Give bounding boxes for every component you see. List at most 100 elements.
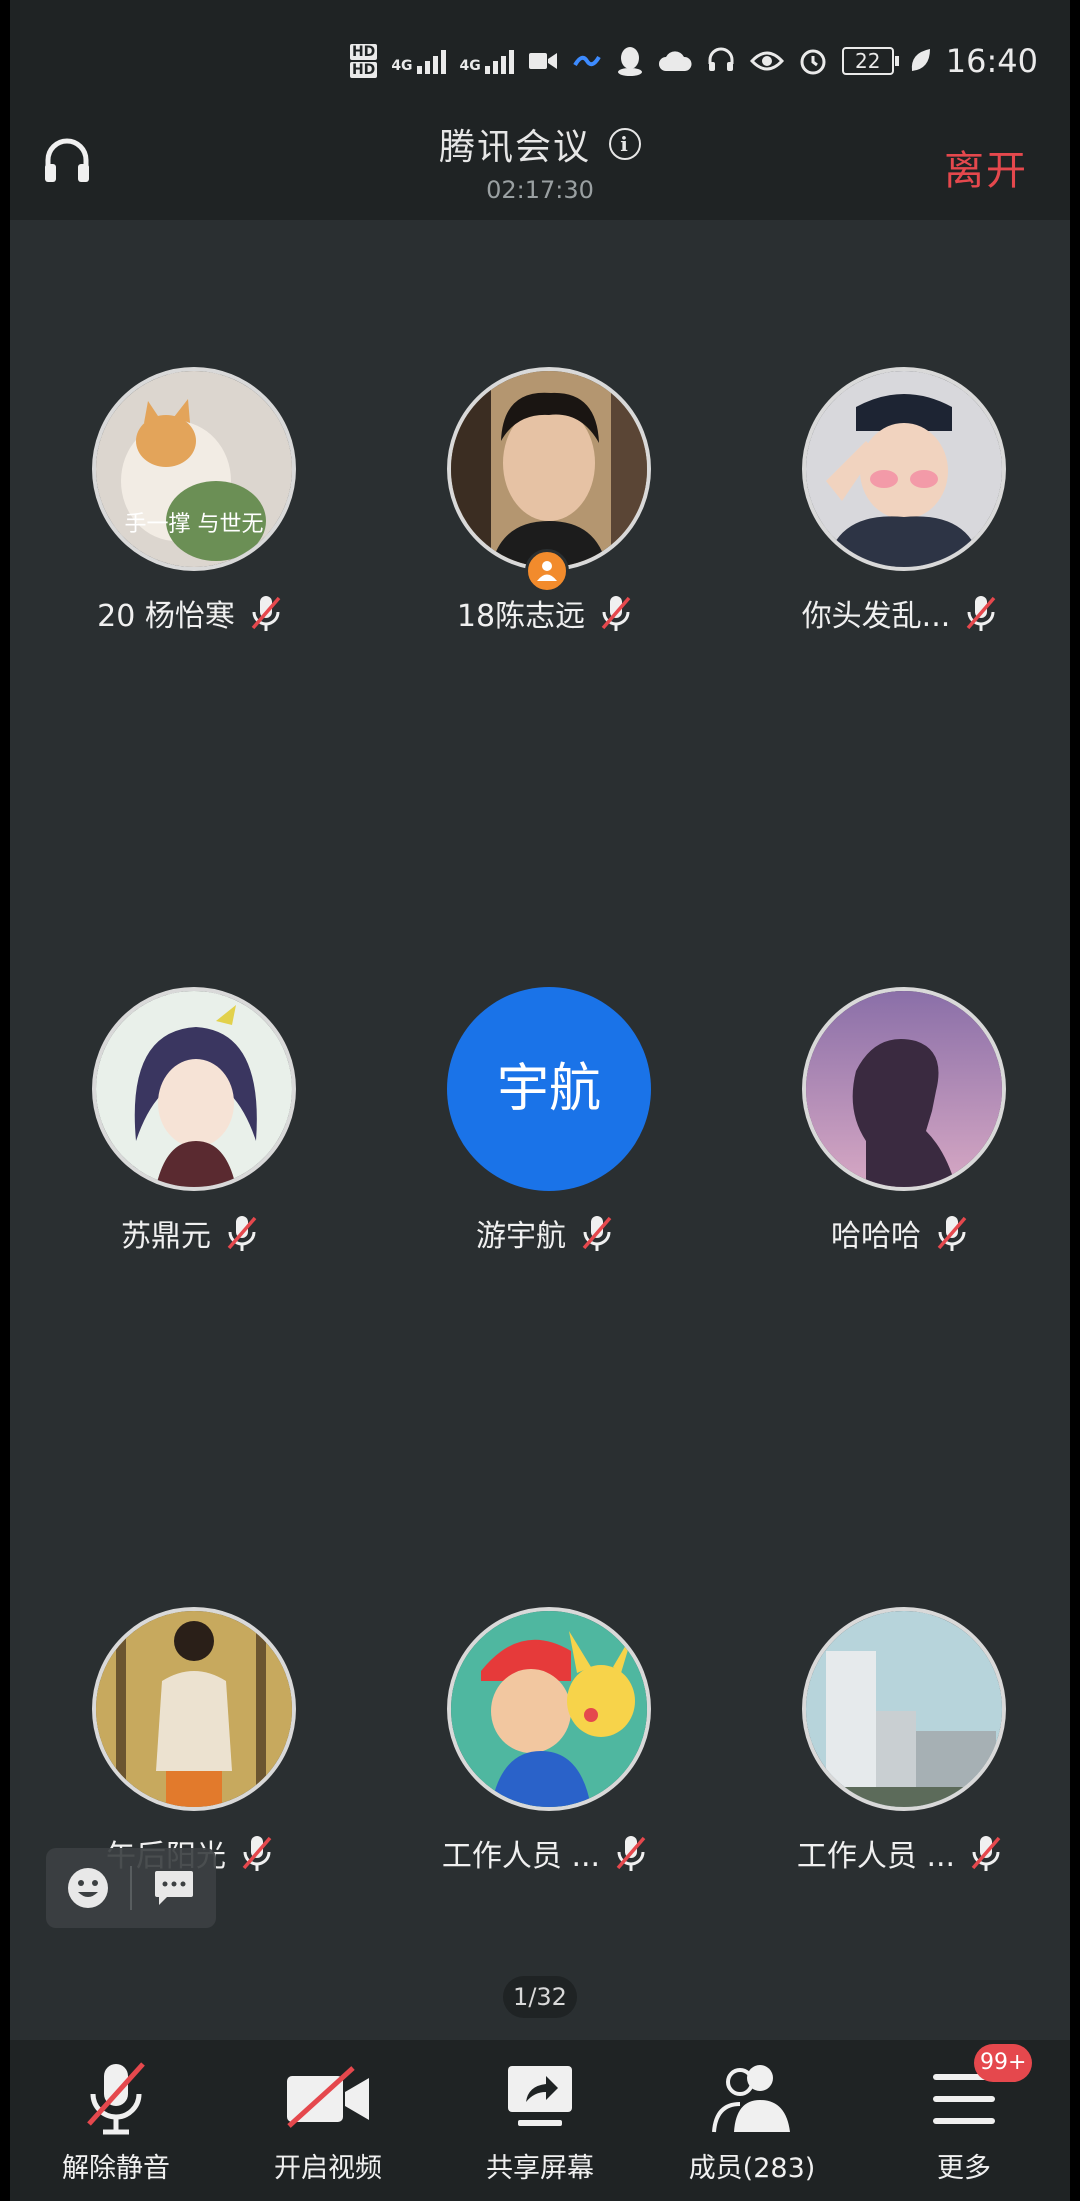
chat-bubble-icon (155, 1871, 193, 1905)
avatar (447, 367, 651, 571)
participant-name-row: 你头发乱... (727, 591, 1070, 642)
participant-tile[interactable]: 工作人员 ... (727, 1607, 1070, 1907)
silhouette-avatar-image (806, 991, 1002, 1187)
avatar (802, 987, 1006, 1191)
participant-tile[interactable]: 手一撑 与世无 20 杨怡寒 (17, 367, 377, 667)
hd-label-1: HD (349, 44, 378, 60)
mic-muted-icon (249, 594, 283, 642)
participant-name-row: 哈哈哈 (727, 1211, 1070, 1262)
share-screen-button[interactable]: 共享屏幕 (434, 2040, 646, 2201)
tencent-meeting-icon (573, 55, 601, 67)
participant-tile[interactable]: 工作人员 ... (372, 1607, 732, 1907)
participant-name: 工作人员 ... (796, 1839, 956, 1874)
share-screen-label: 共享屏幕 (486, 2153, 594, 2184)
avatar (92, 987, 296, 1191)
signal-bars-icon (484, 48, 514, 74)
battery-indicator: 22 (841, 47, 899, 75)
unmute-label: 解除静音 (62, 2153, 170, 2184)
info-icon[interactable]: i (609, 128, 641, 160)
unmute-button[interactable]: 解除静音 (10, 2040, 222, 2201)
participant-name: 工作人员 ... (441, 1839, 601, 1874)
participant-name-row: 游宇航 (372, 1211, 718, 1262)
hd-label-2: HD (349, 62, 378, 78)
participant-tile[interactable]: 你头发乱... (727, 367, 1070, 667)
participant-name: 20 杨怡寒 (97, 599, 235, 634)
chat-button[interactable] (132, 1848, 216, 1928)
avatar-caption: 手一撑 与世无 (125, 512, 264, 537)
more-button[interactable]: 99+ 更多 (858, 2040, 1070, 2201)
start-video-label: 开启视频 (274, 2153, 382, 2184)
status-icons: HD HD 4G 4G 22 16:40 (349, 36, 1038, 86)
qq-icon (617, 47, 642, 76)
avatar (802, 367, 1006, 571)
leaf-icon (911, 49, 930, 71)
status-bar: HD HD 4G 4G 22 16:40 (10, 0, 1070, 110)
participant-name-row: 工作人员 ... (372, 1831, 718, 1882)
participant-name-row: 苏鼎元 (17, 1211, 363, 1262)
smiley-icon (68, 1868, 108, 1908)
mic-muted-icon (225, 1214, 259, 1262)
meeting-title: 腾讯会议 (438, 127, 591, 168)
participant-tile[interactable]: 苏鼎元 (17, 987, 377, 1287)
anime-girl-avatar-image (96, 991, 292, 1187)
members-label: 成员(283) (688, 2153, 816, 2184)
members-icon (710, 2060, 794, 2138)
more-notification-badge: 99+ (974, 2044, 1033, 2082)
cartoon-avatar-image (451, 1611, 647, 1807)
video-off-icon (283, 2066, 373, 2134)
participant-tile[interactable]: 哈哈哈 (727, 987, 1070, 1287)
leave-button[interactable]: 离开 (944, 138, 1028, 196)
mic-muted-icon (969, 1834, 1003, 1882)
participant-name: 你头发乱... (801, 599, 951, 634)
mic-muted-icon (935, 1214, 969, 1262)
avatar (802, 1607, 1006, 1811)
host-badge (525, 549, 569, 593)
participant-name-row: 18陈志远 (372, 591, 718, 642)
participant-name-row: 工作人员 ... (727, 1831, 1070, 1882)
mic-off-icon (81, 2058, 151, 2142)
autumn-girl-avatar-image (96, 1611, 292, 1807)
page-indicator: 1/32 (503, 1976, 577, 2018)
more-label: 更多 (937, 2153, 991, 2184)
mic-muted-icon (240, 1834, 274, 1882)
participant-name: 18陈志远 (456, 599, 586, 634)
signal-2: 4G (460, 48, 514, 74)
cat-avatar-image: 手一撑 与世无 (96, 371, 292, 567)
meeting-timer: 02:17:30 (486, 176, 594, 204)
participant-name: 游宇航 (476, 1219, 566, 1254)
bottom-toolbar: 解除静音 开启视频 共享屏幕 成员(283) 99+ 更多 (10, 2040, 1070, 2201)
signal-1: 4G (391, 48, 446, 74)
participant-name-row: 20 杨怡寒 (17, 591, 363, 642)
participant-tile[interactable]: 18陈志远 (372, 367, 732, 667)
avatar-initials: 宇航 (496, 1059, 601, 1119)
share-screen-icon (504, 2062, 576, 2136)
saluting-person-avatar-image (806, 371, 1002, 567)
start-video-button[interactable]: 开启视频 (222, 2040, 434, 2201)
hd-indicator: HD HD (349, 44, 378, 78)
emoji-button[interactable] (46, 1848, 130, 1928)
avatar (447, 1607, 651, 1811)
participant-tile[interactable]: 宇航 游宇航 (372, 987, 732, 1287)
eye-icon (749, 51, 784, 71)
host-icon (537, 561, 557, 581)
avatar: 手一撑 与世无 (92, 367, 296, 571)
participant-name: 哈哈哈 (831, 1219, 921, 1254)
members-button[interactable]: 成员(283) (646, 2040, 858, 2201)
status-clock: 16:40 (945, 42, 1038, 80)
mic-muted-icon (614, 1834, 648, 1882)
meeting-title-area[interactable]: 腾讯会议 i 02:17:30 (10, 118, 1070, 204)
avatar (92, 1607, 296, 1811)
signal-bars-icon (416, 48, 446, 74)
mic-muted-icon (580, 1214, 614, 1262)
cloud-icon (658, 51, 692, 71)
participant-name: 苏鼎元 (121, 1219, 211, 1254)
meeting-screen: HD HD 4G 4G 22 16:40 腾讯会议 i 02:17:30 离开 … (10, 0, 1070, 2201)
mic-muted-icon (599, 594, 633, 642)
alarm-icon (800, 49, 826, 75)
headset-status-icon (708, 47, 734, 71)
mic-muted-icon (964, 594, 998, 642)
network-type-1: 4G (391, 58, 413, 74)
meeting-header: 腾讯会议 i 02:17:30 离开 (10, 110, 1070, 220)
city-building-avatar-image (806, 1611, 1002, 1807)
reaction-chat-pill (46, 1848, 216, 1928)
